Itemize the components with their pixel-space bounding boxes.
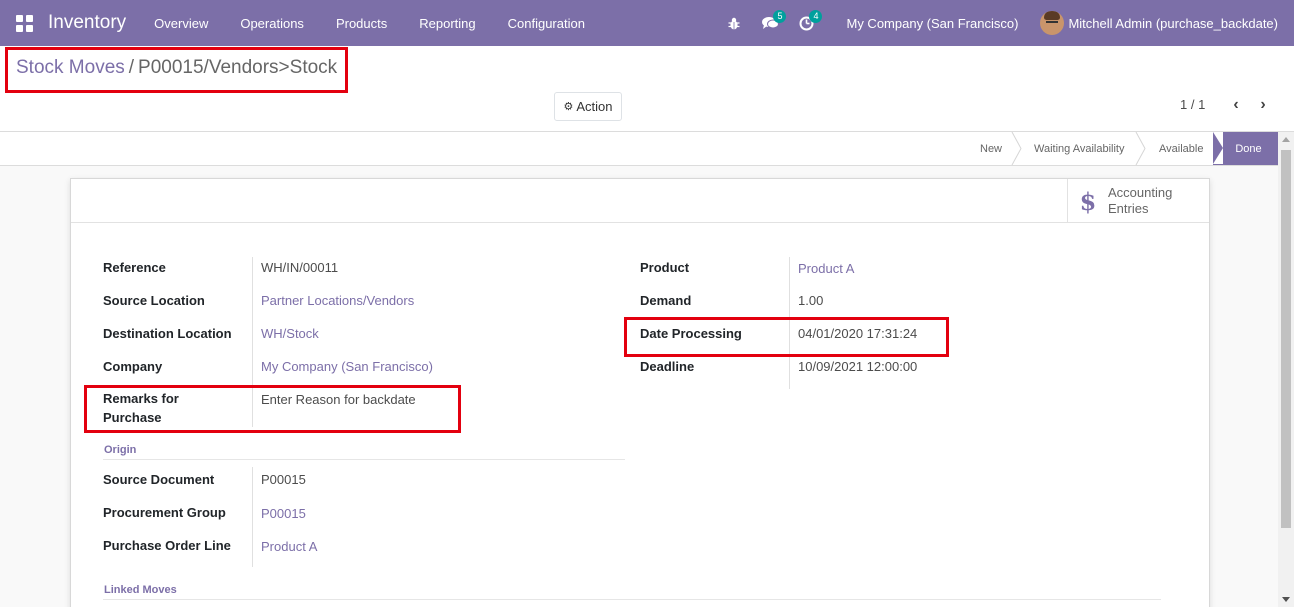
- right-group-separator: [789, 257, 790, 389]
- label-reference: Reference: [103, 260, 166, 275]
- label-procurement-group: Procurement Group: [103, 505, 226, 520]
- value-demand: 1.00: [798, 293, 824, 308]
- value-product[interactable]: Product A: [798, 261, 854, 276]
- breadcrumb-separator: /: [128, 57, 135, 78]
- menu-products[interactable]: Products: [320, 0, 403, 46]
- messages-badge: 5: [773, 10, 787, 23]
- stage-new[interactable]: New: [980, 132, 1002, 165]
- pager-previous-icon[interactable]: ‹: [1229, 96, 1243, 114]
- value-deadline: 10/09/2021 12:00:00: [798, 359, 918, 374]
- value-destination-location[interactable]: WH/Stock: [261, 326, 319, 341]
- action-label: Action: [576, 99, 613, 114]
- app-title[interactable]: Inventory: [48, 12, 126, 34]
- value-procurement-group[interactable]: P00015: [261, 506, 306, 521]
- vertical-scrollbar[interactable]: [1278, 132, 1294, 607]
- label-source-location: Source Location: [103, 293, 205, 308]
- status-bar: New Waiting Availability Available Done: [0, 131, 1294, 166]
- breadcrumb: Stock Moves / P00015/Vendors>Stock: [16, 57, 337, 79]
- form-sheet: $ Accounting Entries Reference WH/IN/000…: [70, 178, 1210, 607]
- pager-value[interactable]: 1 / 1: [1180, 97, 1205, 112]
- label-remarks-line2: Purchase: [103, 410, 162, 425]
- activities-clock-icon[interactable]: 4: [788, 0, 824, 46]
- value-company[interactable]: My Company (San Francisco): [261, 359, 433, 374]
- value-remarks-for-purchase[interactable]: Enter Reason for backdate: [261, 392, 416, 407]
- action-button[interactable]: ⚙ Action: [554, 92, 622, 121]
- scroll-thumb[interactable]: [1281, 150, 1291, 528]
- dollar-icon: $: [1079, 186, 1097, 216]
- value-reference: WH/IN/00011: [261, 260, 339, 275]
- accounting-entries-line2: Entries: [1108, 201, 1149, 216]
- menu-overview[interactable]: Overview: [138, 0, 224, 46]
- section-origin-divider: [103, 459, 625, 460]
- systray: 5 4 My Company (San Francisco) Mitchell …: [716, 0, 1294, 46]
- menu-operations[interactable]: Operations: [224, 0, 320, 46]
- value-date-processing: 04/01/2020 17:31:24: [798, 326, 918, 341]
- stage-separator-icon: [1011, 132, 1022, 165]
- left-group-separator: [252, 257, 253, 427]
- label-company: Company: [103, 359, 163, 374]
- label-date-processing: Date Processing: [640, 326, 742, 341]
- activities-badge: 4: [809, 10, 823, 23]
- stage-done-label: Done: [1235, 142, 1262, 155]
- breadcrumb-current: P00015/Vendors>Stock: [138, 57, 338, 78]
- value-source-document: P00015: [261, 472, 306, 487]
- accounting-entries-line1: Accounting: [1108, 185, 1173, 200]
- label-remarks-line1: Remarks for: [103, 391, 179, 406]
- label-demand: Demand: [640, 293, 692, 308]
- label-deadline: Deadline: [640, 359, 695, 374]
- menu-reporting[interactable]: Reporting: [403, 0, 491, 46]
- gear-icon: ⚙: [563, 101, 574, 113]
- stage-done[interactable]: Done: [1213, 132, 1278, 165]
- label-remarks-for-purchase: Remarks for Purchase: [103, 389, 179, 427]
- stage-separator-icon: [1135, 132, 1146, 165]
- section-origin-title: Origin: [104, 444, 137, 456]
- apps-menu-icon[interactable]: [0, 0, 48, 46]
- label-product: Product: [640, 260, 690, 275]
- scroll-down-icon[interactable]: [1282, 597, 1290, 602]
- company-switcher[interactable]: My Company (San Francisco): [824, 16, 1040, 31]
- user-name: Mitchell Admin (purchase_backdate): [1068, 15, 1278, 31]
- origin-group-separator: [252, 467, 253, 567]
- accounting-entries-button[interactable]: $ Accounting Entries: [1067, 179, 1209, 223]
- user-menu[interactable]: Mitchell Admin (purchase_backdate): [1040, 11, 1294, 35]
- value-purchase-order-line[interactable]: Product A: [261, 539, 317, 554]
- debug-bug-icon[interactable]: [716, 0, 752, 46]
- section-linked-moves-title: Linked Moves: [104, 584, 177, 596]
- section-linked-moves-divider: [103, 599, 1161, 600]
- menu-configuration[interactable]: Configuration: [492, 0, 601, 46]
- label-purchase-order-line: Purchase Order Line: [103, 538, 231, 553]
- breadcrumb-stock-moves[interactable]: Stock Moves: [16, 57, 125, 78]
- accounting-entries-label: Accounting Entries: [1108, 185, 1188, 217]
- stage-waiting-availability[interactable]: Waiting Availability: [1034, 132, 1125, 165]
- messages-icon[interactable]: 5: [752, 0, 788, 46]
- label-source-document: Source Document: [103, 472, 215, 487]
- top-navbar: Inventory Overview Operations Products R…: [0, 0, 1294, 46]
- value-source-location[interactable]: Partner Locations/Vendors: [261, 293, 414, 308]
- label-destination-location: Destination Location: [103, 326, 232, 341]
- smart-button-box: $ Accounting Entries: [71, 179, 1209, 223]
- stage-available[interactable]: Available: [1159, 132, 1203, 165]
- pager-next-icon[interactable]: ›: [1256, 96, 1270, 114]
- user-avatar: [1040, 11, 1065, 35]
- scroll-up-icon[interactable]: [1282, 137, 1290, 142]
